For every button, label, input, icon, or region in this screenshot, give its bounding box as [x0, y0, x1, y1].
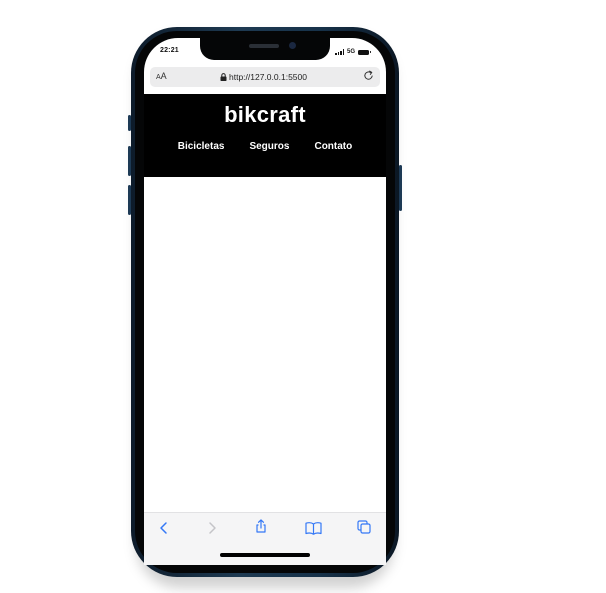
nav-link-seguros[interactable]: Seguros	[249, 141, 289, 152]
site-nav: Bicicletas Seguros Contato	[144, 141, 386, 152]
speaker-grille	[249, 44, 279, 48]
site-logo[interactable]: bikcraft	[144, 102, 386, 128]
url-text[interactable]: http://127.0.0.1:5500	[229, 72, 307, 82]
nav-link-contato[interactable]: Contato	[314, 141, 352, 152]
tabs-icon[interactable]	[357, 520, 371, 534]
volume-down-button	[128, 185, 131, 215]
text-size-button[interactable]: AA	[156, 71, 167, 81]
forward-icon[interactable]	[205, 521, 219, 535]
notch	[200, 38, 330, 60]
status-indicators: 5G	[335, 48, 372, 56]
reload-icon[interactable]	[363, 70, 374, 81]
device-mockup: 22:21 5G AA http://127.0.0.1:5500 bikcra…	[0, 0, 606, 593]
back-icon[interactable]	[157, 521, 171, 535]
share-icon[interactable]	[254, 519, 268, 533]
battery-icon	[358, 49, 372, 55]
front-camera	[289, 42, 296, 49]
bookmarks-icon[interactable]	[305, 521, 322, 535]
lock-icon	[220, 73, 227, 81]
home-indicator[interactable]	[220, 553, 310, 557]
signal-icon	[335, 49, 344, 55]
status-time: 22:21	[160, 47, 179, 54]
volume-up-button	[128, 146, 131, 176]
power-button	[399, 165, 402, 211]
mute-switch	[128, 115, 131, 131]
network-label: 5G	[347, 49, 356, 55]
nav-link-bicicletas[interactable]: Bicicletas	[178, 141, 225, 152]
